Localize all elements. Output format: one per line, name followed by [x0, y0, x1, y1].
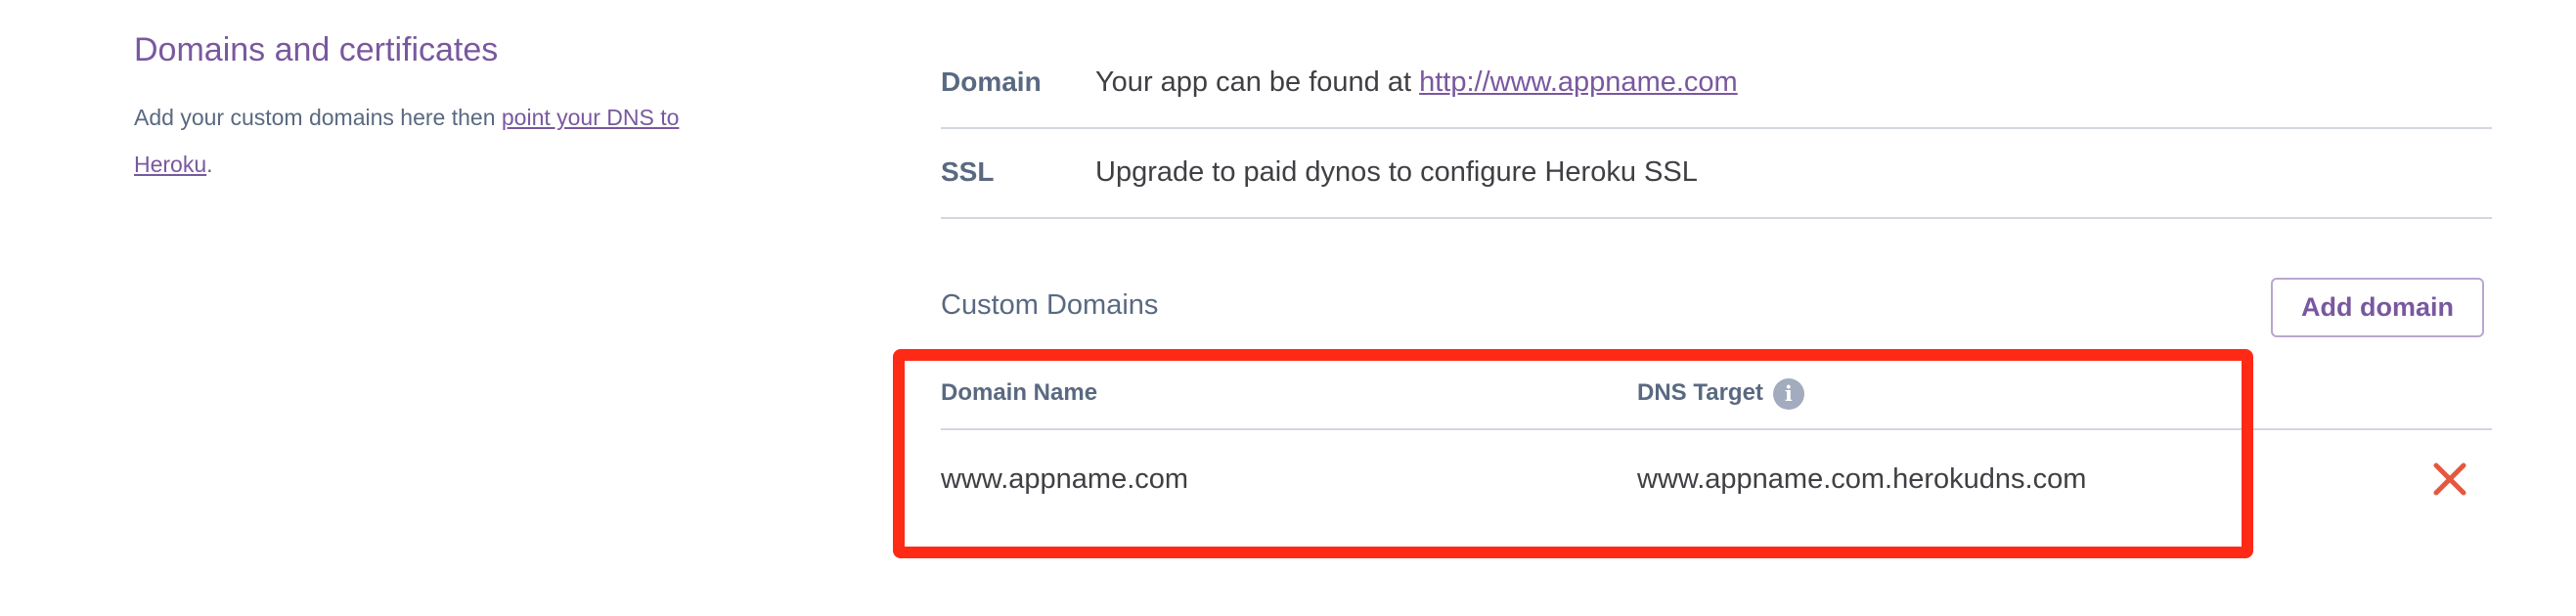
column-header-domain-name: Domain Name [941, 379, 1098, 406]
domain-label: Domain [941, 66, 1042, 97]
section-description: Add your custom domains here then point … [134, 94, 701, 188]
description-suffix: . [206, 152, 213, 177]
info-icon[interactable]: i [1772, 377, 1804, 410]
domain-info-row: Domain Your app can be found at http://w… [941, 37, 2492, 129]
ssl-value: Upgrade to paid dynos to configure Herok… [1095, 156, 1698, 188]
add-domain-button[interactable]: Add domain [2271, 278, 2484, 337]
ssl-label: SSL [941, 156, 995, 187]
column-header-dns-target: DNS Target i [1637, 362, 1804, 424]
table-row: www.appname.com www.appname.com.herokudn… [941, 430, 2492, 528]
custom-domains-title: Custom Domains [941, 289, 1159, 321]
description-text: Add your custom domains here then [134, 105, 502, 130]
dns-target-cell: www.appname.com.herokudns.com [1637, 463, 2087, 495]
app-url-link[interactable]: http://www.appname.com [1419, 66, 1738, 98]
custom-domains-table-header: Domain Name DNS Target i [941, 362, 2492, 430]
domain-value: Your app can be found at http://www.appn… [1095, 37, 1738, 127]
remove-domain-button[interactable] [2430, 460, 2469, 499]
section-title: Domains and certificates [134, 31, 499, 68]
ssl-info-row: SSL Upgrade to paid dynos to configure H… [941, 127, 2492, 219]
dns-target-label: DNS Target [1637, 379, 1763, 406]
domain-name-cell: www.appname.com [941, 463, 1189, 495]
close-x-icon [2433, 462, 2466, 496]
domain-value-text: Your app can be found at [1095, 66, 1420, 98]
